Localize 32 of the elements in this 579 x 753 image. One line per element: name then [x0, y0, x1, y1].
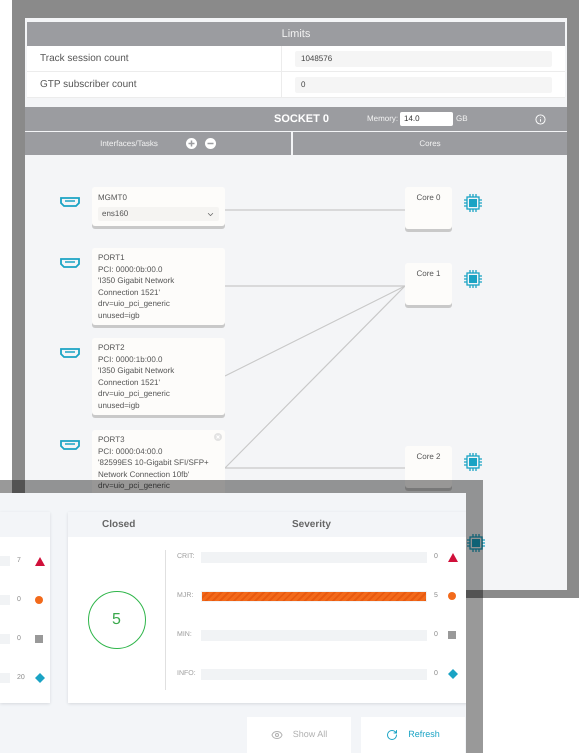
interface-detail: 'I350 Gigabit Network — [98, 275, 176, 286]
core-name: Core 0 — [416, 192, 440, 204]
interface-detail: PCI: 0000:0b:00.0 — [98, 264, 164, 275]
memory-label: Memory: — [367, 113, 398, 125]
interface-detail: 'I350 Gigabit Network — [98, 365, 176, 376]
interface-detail: PCI: 0000:04:00.0 — [98, 446, 164, 457]
column-title: Interfaces/Tasks — [100, 138, 158, 150]
socket-title: SOCKET 0 — [274, 112, 330, 127]
interface-detail: unused=igb — [98, 310, 141, 321]
core-name: Core 2 — [416, 451, 440, 463]
interface-detail: Network Connection 10fb' — [98, 468, 190, 480]
column-title: Cores — [419, 138, 441, 150]
interface-name: MGMT0 — [98, 192, 128, 204]
interface-name: PORT1 — [98, 252, 125, 264]
core-name: Core 1 — [416, 268, 440, 280]
card-title: Severity — [292, 518, 331, 532]
interface-name: PORT2 — [98, 342, 125, 354]
field-label: Track session count — [40, 52, 129, 66]
interface-detail: PCI: 0000:1b:00.0 — [98, 354, 164, 365]
interface-name: PORT3 — [98, 434, 125, 446]
interface-detail: unused=igb — [98, 400, 141, 411]
card-title: Closed — [102, 518, 136, 532]
memory-unit: GB — [456, 113, 468, 125]
interface-detail: Connection 1521' — [98, 376, 162, 388]
interface-detail: drv=uio_pci_generic — [98, 388, 171, 400]
interface-detail: drv=uio_pci_generic — [98, 298, 171, 310]
interface-detail: Connection 1521' — [98, 286, 162, 298]
section-title: Limits — [282, 26, 310, 42]
interface-detail: drv=uio_pci_generic — [98, 480, 171, 492]
field-label: GTP subscriber count — [40, 78, 137, 92]
interface-detail: '82599ES 10-Gigabit SFI/SFP+ — [98, 457, 210, 468]
closed-count: 5 — [112, 610, 121, 630]
